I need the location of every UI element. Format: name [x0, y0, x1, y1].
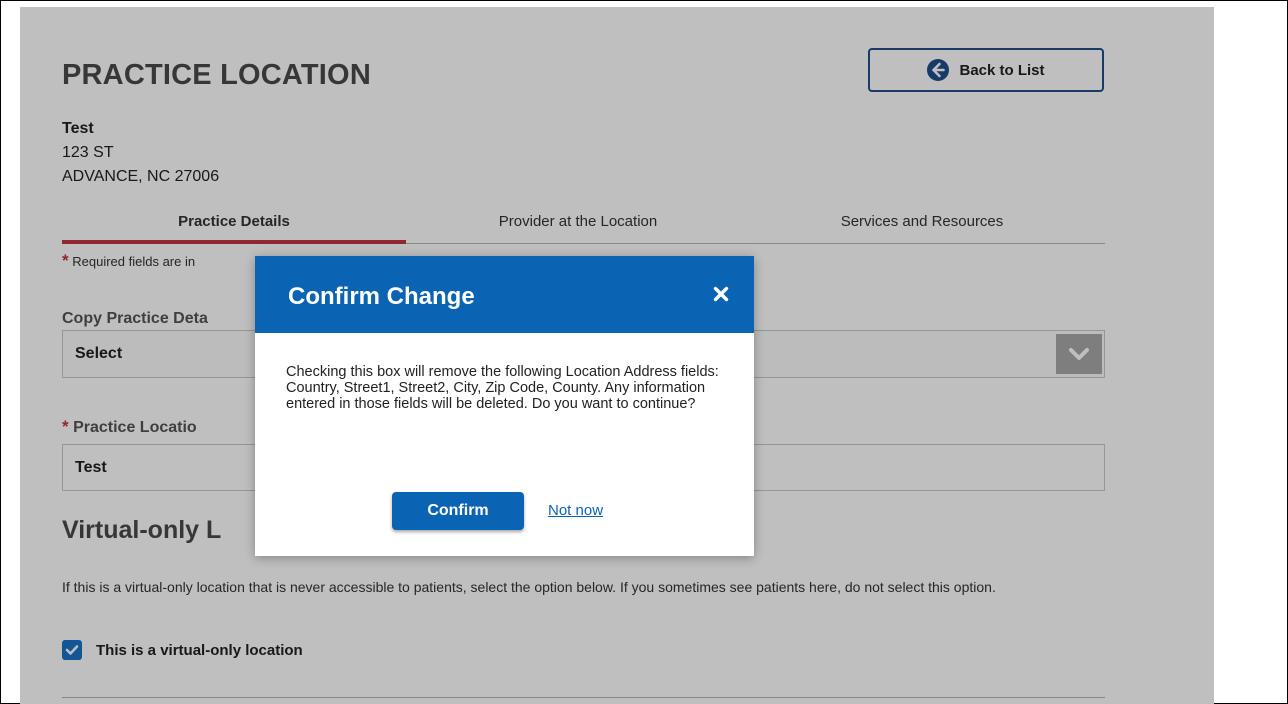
dialog-message: Checking this box will remove the follow… — [286, 364, 719, 412]
not-now-link[interactable]: Not now — [548, 502, 603, 519]
confirm-button[interactable]: Confirm — [392, 492, 524, 530]
dialog-title: Confirm Change — [288, 283, 475, 310]
dialog-header: Confirm Change — [255, 256, 754, 333]
close-icon[interactable] — [708, 281, 734, 307]
confirm-change-dialog: Confirm Change Checking this box will re… — [255, 256, 754, 556]
